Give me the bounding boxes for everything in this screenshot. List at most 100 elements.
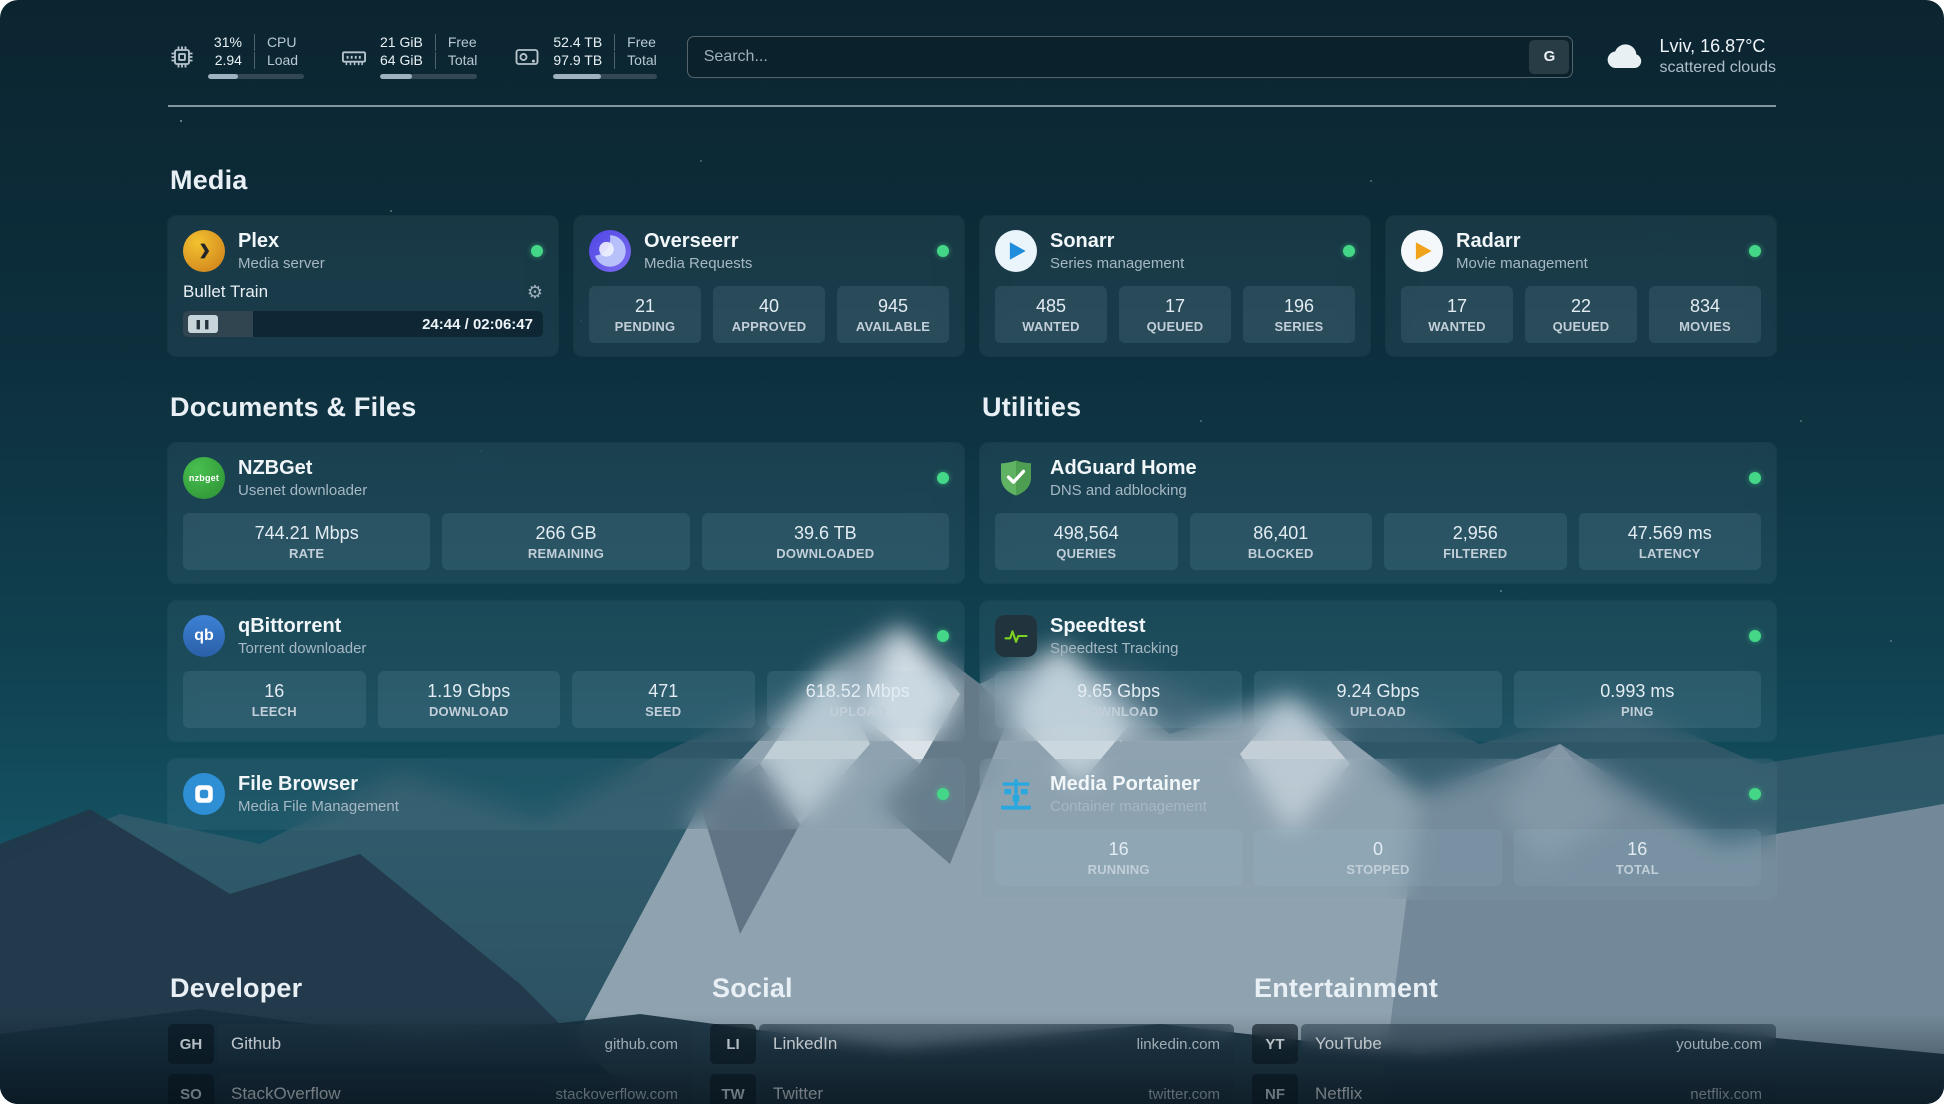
service-card-radarr[interactable]: Radarr Movie management 17 WANTED 22 QUE… xyxy=(1386,216,1776,356)
section-title-media: Media xyxy=(170,165,1776,196)
service-card-qbittorrent[interactable]: qb qBittorrent Torrent downloader 16 LEE… xyxy=(168,601,964,741)
service-card-overseerr[interactable]: Overseerr Media Requests 21 PENDING 40 A… xyxy=(574,216,964,356)
bookmark-name: Netflix xyxy=(1315,1084,1362,1104)
now-playing-title: Bullet Train xyxy=(183,282,268,302)
service-name: Radarr xyxy=(1456,229,1588,253)
disk-free-value: 52.4 TB xyxy=(553,34,602,51)
disk-icon xyxy=(513,43,541,71)
status-dot xyxy=(937,245,949,257)
filebrowser-icon xyxy=(183,773,225,815)
service-card-portainer[interactable]: Media Portainer Container management 16 … xyxy=(980,759,1776,899)
header-divider xyxy=(168,105,1776,107)
status-dot xyxy=(1749,788,1761,800)
service-subtitle: Movie management xyxy=(1456,254,1588,273)
disk-total-label: Total xyxy=(614,52,657,69)
memory-progress-bar xyxy=(380,74,477,79)
bookmark-github[interactable]: GH Github github.com xyxy=(168,1024,692,1064)
section-title-developer: Developer xyxy=(170,973,692,1004)
search-input[interactable] xyxy=(687,36,1574,78)
system-stats: 31% CPU 2.94 Load 21 GiB Free xyxy=(168,34,657,79)
service-name: AdGuard Home xyxy=(1050,456,1197,480)
service-name: Speedtest xyxy=(1050,614,1178,638)
service-name: qBittorrent xyxy=(238,614,366,638)
cpu-progress-bar xyxy=(208,74,304,79)
service-subtitle: Usenet downloader xyxy=(238,481,367,500)
service-card-plex[interactable]: Plex Media server Bullet Train ⚙ ❚❚ xyxy=(168,216,558,356)
service-card-sonarr[interactable]: Sonarr Series management 485 WANTED 17 Q… xyxy=(980,216,1370,356)
bookmark-group-entertainment: Entertainment YT YouTube youtube.com NF … xyxy=(1252,973,1776,1104)
disk-free-label: Free xyxy=(614,34,657,51)
search-bar: G xyxy=(687,36,1574,78)
service-subtitle: Series management xyxy=(1050,254,1184,273)
service-card-speedtest[interactable]: Speedtest Speedtest Tracking 9.65 Gbps D… xyxy=(980,601,1776,741)
service-subtitle: Media File Management xyxy=(238,797,399,816)
status-dot xyxy=(531,245,543,257)
speedtest-icon xyxy=(995,615,1037,657)
bookmark-stackoverflow[interactable]: SO StackOverflow stackoverflow.com xyxy=(168,1074,692,1104)
settings-icon[interactable]: ⚙ xyxy=(527,283,543,301)
service-card-filebrowser[interactable]: File Browser Media File Management xyxy=(168,759,964,829)
section-title-entertainment: Entertainment xyxy=(1254,973,1776,1004)
now-playing: Bullet Train ⚙ ❚❚ 24:44 / 02:06:47 xyxy=(183,282,543,337)
service-subtitle: Media Requests xyxy=(644,254,752,273)
service-card-adguard[interactable]: AdGuard Home DNS and adblocking 498,564 … xyxy=(980,443,1776,583)
stat-queries: 498,564 QUERIES xyxy=(995,513,1178,570)
stat-running: 16 RUNNING xyxy=(995,829,1242,886)
top-bar: 31% CPU 2.94 Load 21 GiB Free xyxy=(168,34,1776,79)
cpu-widget: 31% CPU 2.94 Load xyxy=(168,34,304,79)
stat-remaining: 266 GB REMAINING xyxy=(442,513,689,570)
bookmark-linkedin[interactable]: LI LinkedIn linkedin.com xyxy=(710,1024,1234,1064)
section-title-social: Social xyxy=(712,973,1234,1004)
section-documents: Documents & Files nzbget NZBGet Usenet d… xyxy=(168,392,964,917)
bookmark-url: linkedin.com xyxy=(1137,1036,1220,1053)
cpu-usage-value: 31% xyxy=(208,34,242,51)
search-provider-button[interactable]: G xyxy=(1529,40,1569,74)
bookmark-twitter[interactable]: TW Twitter twitter.com xyxy=(710,1074,1234,1104)
status-dot xyxy=(1749,245,1761,257)
stat-stopped: 0 STOPPED xyxy=(1254,829,1501,886)
status-dot xyxy=(937,788,949,800)
cpu-icon xyxy=(168,43,196,71)
stat-queued: 22 QUEUED xyxy=(1525,286,1637,343)
service-name: Sonarr xyxy=(1050,229,1184,253)
overseerr-icon xyxy=(589,230,631,272)
status-dot xyxy=(1749,472,1761,484)
bookmark-name: YouTube xyxy=(1315,1034,1382,1054)
stat-upload: 618.52 Mbps UPLOAD xyxy=(767,671,950,728)
bookmark-url: twitter.com xyxy=(1148,1086,1220,1103)
portainer-icon xyxy=(995,773,1037,815)
stat-queued: 17 QUEUED xyxy=(1119,286,1231,343)
dashboard-content: 31% CPU 2.94 Load 21 GiB Free xyxy=(0,0,1944,1104)
stat-leech: 16 LEECH xyxy=(183,671,366,728)
bookmark-url: github.com xyxy=(605,1036,678,1053)
cpu-load-label: Load xyxy=(254,52,304,69)
memory-free-label: Free xyxy=(435,34,478,51)
status-dot xyxy=(1749,630,1761,642)
bookmark-name: StackOverflow xyxy=(231,1084,341,1104)
plex-icon xyxy=(183,230,225,272)
pause-button[interactable]: ❚❚ xyxy=(188,315,218,333)
service-card-nzbget[interactable]: nzbget NZBGet Usenet downloader 744.21 M… xyxy=(168,443,964,583)
bookmark-abbr: SO xyxy=(168,1074,214,1104)
stat-latency: 47.569 ms LATENCY xyxy=(1579,513,1762,570)
bookmarks: Developer GH Github github.com SO StackO… xyxy=(168,973,1776,1104)
bookmark-name: LinkedIn xyxy=(773,1034,837,1054)
memory-free-value: 21 GiB xyxy=(380,34,423,51)
status-dot xyxy=(1343,245,1355,257)
radarr-icon xyxy=(1401,230,1443,272)
memory-icon xyxy=(340,43,368,71)
stat-upload: 9.24 Gbps UPLOAD xyxy=(1254,671,1501,728)
bookmark-abbr: YT xyxy=(1252,1024,1298,1064)
dashboard: 31% CPU 2.94 Load 21 GiB Free xyxy=(0,0,1944,1104)
service-name: File Browser xyxy=(238,772,399,796)
status-dot xyxy=(937,472,949,484)
stat-available: 945 AVAILABLE xyxy=(837,286,949,343)
stat-ping: 0.993 ms PING xyxy=(1514,671,1761,728)
service-subtitle: Speedtest Tracking xyxy=(1050,639,1178,658)
section-utilities: Utilities AdGuard Home DNS and adblockin… xyxy=(980,392,1776,917)
playback-progress-bar[interactable]: ❚❚ 24:44 / 02:06:47 xyxy=(183,311,543,337)
weather-widget[interactable]: Lviv, 16.87°C scattered clouds xyxy=(1603,35,1776,79)
bookmark-youtube[interactable]: YT YouTube youtube.com xyxy=(1252,1024,1776,1064)
stat-download: 9.65 Gbps DOWNLOAD xyxy=(995,671,1242,728)
bookmark-netflix[interactable]: NF Netflix netflix.com xyxy=(1252,1074,1776,1104)
